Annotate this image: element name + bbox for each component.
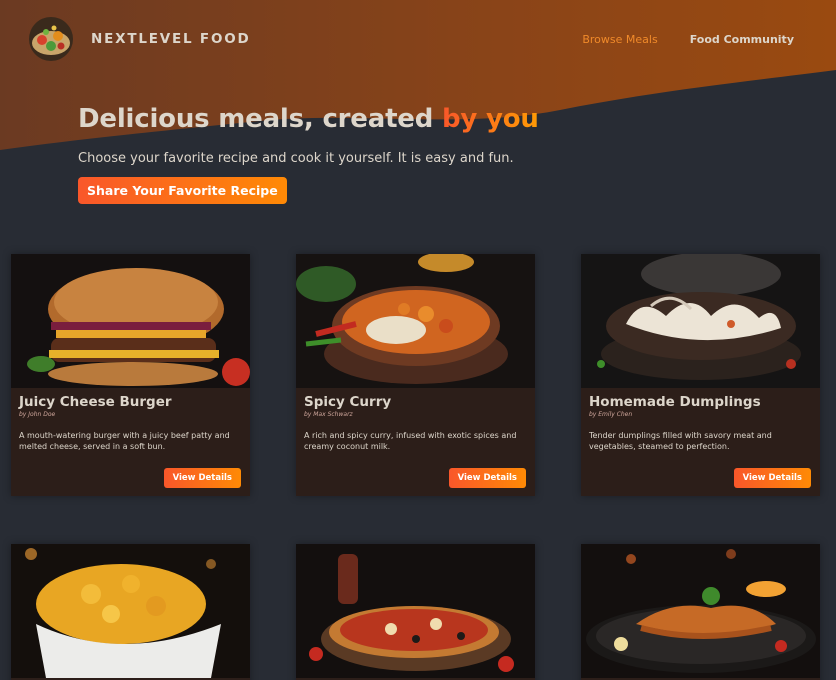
meal-summary: Tender dumplings filled with savory meat… — [589, 431, 772, 452]
meal-creator: by Max Schwarz — [304, 411, 353, 418]
meal-card: Juicy Cheese Burger by John Doe A mouth-… — [11, 254, 250, 496]
view-details-button[interactable]: View Details — [448, 468, 526, 488]
meal-card — [11, 544, 250, 680]
pizza-image — [296, 544, 535, 678]
meal-card — [581, 544, 820, 680]
meal-card: Homemade Dumplings by Emily Chen Tender … — [581, 254, 820, 496]
meal-card — [296, 544, 535, 680]
logo-text: NEXTLEVEL FOOD — [91, 31, 251, 47]
meal-card: Spicy Curry by Max Schwarz A rich and sp… — [296, 254, 535, 496]
logo-link[interactable]: NEXTLEVEL FOOD — [28, 16, 251, 62]
mac-and-cheese-image — [11, 544, 250, 678]
view-details-button[interactable]: View Details — [733, 468, 811, 488]
hero-title-accent: by you — [442, 104, 539, 134]
meal-summary: A rich and spicy curry, infused with exo… — [304, 431, 517, 452]
share-recipe-button[interactable]: Share Your Favorite Recipe — [78, 177, 287, 204]
hero-title: Delicious meals, created by you — [78, 104, 539, 134]
hero-subtitle: Choose your favorite recipe and cook it … — [78, 151, 514, 166]
card-body: Homemade Dumplings by Emily Chen Tender … — [581, 388, 820, 496]
nav-browse-meals[interactable]: Browse Meals — [582, 33, 657, 46]
meals-grid: Juicy Cheese Burger by John Doe A mouth-… — [11, 254, 835, 680]
card-body: Spicy Curry by Max Schwarz A rich and sp… — [296, 388, 535, 496]
meal-summary: A mouth-watering burger with a juicy bee… — [19, 431, 230, 452]
card-body: Juicy Cheese Burger by John Doe A mouth-… — [11, 388, 250, 496]
logo-food-icon — [28, 16, 74, 62]
schnitzel-image — [581, 544, 820, 678]
burger-image — [11, 254, 250, 388]
dumplings-image — [581, 254, 820, 388]
meal-title: Spicy Curry — [304, 394, 392, 410]
main-nav: Browse Meals Food Community — [582, 33, 794, 46]
curry-image — [296, 254, 535, 388]
main-header: NEXTLEVEL FOOD Browse Meals Food Communi… — [28, 16, 794, 62]
nav-food-community[interactable]: Food Community — [690, 33, 794, 46]
view-details-button[interactable]: View Details — [163, 468, 241, 488]
meal-title: Juicy Cheese Burger — [19, 394, 172, 410]
meal-title: Homemade Dumplings — [589, 394, 761, 410]
hero-section: Delicious meals, created by you Choose y… — [78, 104, 539, 204]
hero-title-main: Delicious meals, created — [78, 104, 442, 134]
meal-creator: by John Doe — [19, 411, 56, 418]
meal-creator: by Emily Chen — [589, 411, 633, 418]
